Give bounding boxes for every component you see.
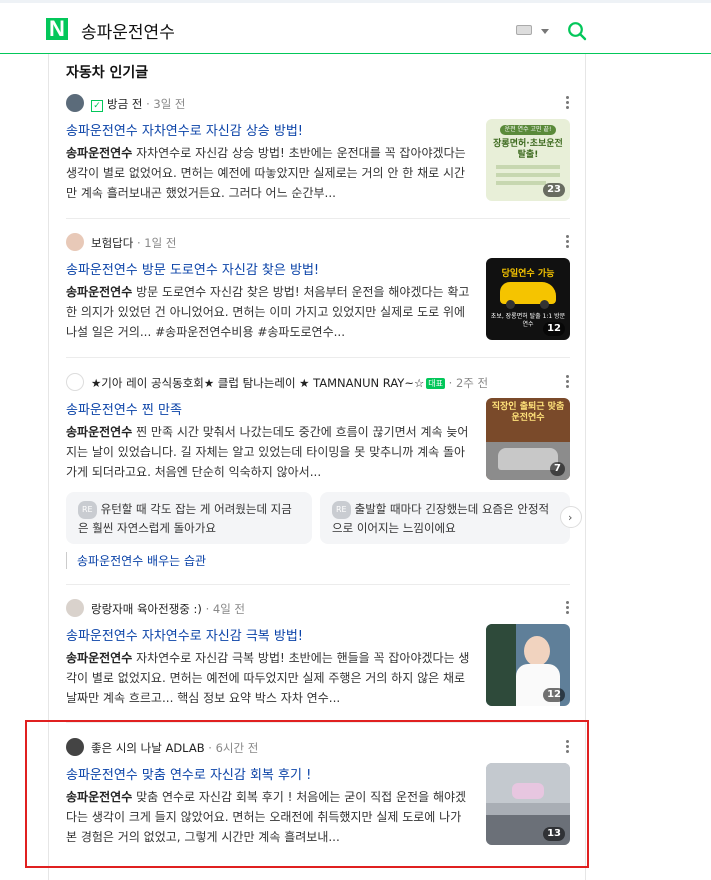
post-time: · 1일 전 — [136, 236, 177, 250]
thumbnail-headline: 당일연수 가능 — [501, 269, 555, 279]
author-name[interactable]: ★기아 레이 공식동호회★ 클럽 탐나는레이 ★ TAMNANUN RAY~☆ — [91, 376, 424, 390]
author-name[interactable]: 방금 전 — [107, 97, 142, 111]
post-title[interactable]: 송파운전연수 자차연수로 자신감 상승 방법! — [66, 120, 303, 139]
author-name[interactable]: 랑랑자매 육아전쟁중 :) — [91, 602, 202, 616]
post-time: · 4일 전 — [205, 602, 246, 616]
photo-count: 7 — [550, 462, 565, 476]
post-time: · 2주 전 — [448, 376, 489, 390]
search-icon[interactable] — [567, 21, 587, 41]
reply-badge: RE — [78, 501, 97, 519]
author-row: ★기아 레이 공식동호회★ 클럽 탐나는레이 ★ TAMNANUN RAY~☆ 대… — [66, 373, 570, 393]
author-row: 랑랑자매 육아전쟁중 :) · 4일 전 — [66, 599, 570, 619]
post-thumbnail[interactable]: 12 — [486, 624, 570, 706]
post-snippet[interactable]: 송파운전연수 자차연수로 자신감 상승 방법! 초반에는 운전대를 꼭 잡아야겠… — [66, 143, 472, 203]
author-row: 보험답다 · 1일 전 — [66, 233, 570, 253]
avatar[interactable] — [66, 233, 84, 251]
author-name[interactable]: 보험답다 — [91, 236, 133, 250]
reply-preview[interactable]: RE 유턴할 때 각도 잡는 게 어려웠는데 지금은 훨씬 자연스럽게 돌아가요 — [66, 492, 312, 544]
post-thumbnail[interactable]: 운전 연수 고민 끝! 장롱면허·초보운전 탈출! 23 — [486, 119, 570, 201]
more-options-icon[interactable] — [566, 235, 570, 249]
next-arrow-button[interactable]: › — [560, 506, 582, 528]
reply-badge: RE — [332, 501, 351, 519]
related-keyword-link[interactable]: 송파운전연수 배우는 습관 — [66, 552, 206, 569]
reply-preview[interactable]: RE 출발할 때마다 긴장했는데 요즘은 안정적으로 이어지는 느낌이에요 — [320, 492, 570, 544]
avatar[interactable] — [66, 373, 84, 391]
representative-badge: 대표 — [426, 378, 446, 389]
post-snippet[interactable]: 송파운전연수 찐 만족 시간 맞춰서 나갔는데도 중간에 흐름이 끊기면서 계속… — [66, 422, 472, 482]
photo-count: 12 — [543, 322, 565, 336]
post-title[interactable]: 송파운전연수 자차연수로 자신감 극복 방법! — [66, 625, 303, 644]
chevron-right-icon: › — [568, 511, 573, 524]
post-title[interactable]: 송파운전연수 방문 도로연수 자신감 찾은 방법! — [66, 259, 319, 278]
divider — [66, 584, 570, 585]
car-icon — [498, 448, 558, 470]
post-title[interactable]: 송파운전연수 찐 만족 — [66, 399, 182, 418]
highlight-box — [25, 720, 589, 868]
post-time: · 3일 전 — [146, 97, 186, 111]
avatar[interactable] — [66, 599, 84, 617]
post-snippet[interactable]: 송파운전연수 방문 도로연수 자신감 찾은 방법! 처음부터 운전을 해야겠다는… — [66, 282, 472, 342]
author-row: ✓ 방금 전 · 3일 전 — [66, 94, 570, 114]
post-snippet[interactable]: 송파운전연수 자차연수로 자신감 극복 방법! 초반에는 핸들을 꼭 잡아야겠다… — [66, 648, 472, 708]
thumbnail-headline: 직장인 출퇴근 맞춤 운전연수 — [491, 402, 565, 423]
avatar[interactable] — [66, 94, 84, 112]
thumbnail-headline: 장롱면허·초보운전 탈출! — [493, 139, 563, 160]
chevron-down-icon[interactable] — [541, 29, 549, 34]
divider — [66, 218, 570, 219]
verified-icon: ✓ — [91, 100, 103, 112]
thumbnail-caption: 운전 연수 고민 끝! — [500, 125, 556, 135]
section-title: 자동차 인기글 — [66, 65, 149, 81]
photo-count: 23 — [543, 183, 565, 197]
more-options-icon[interactable] — [566, 96, 570, 110]
search-query-title[interactable]: 송파운전연수 — [81, 18, 175, 43]
post-thumbnail[interactable]: 당일연수 가능 초보, 장롱면허 탈출 1:1 방문연수 12 — [486, 258, 570, 340]
more-options-icon[interactable] — [566, 375, 570, 389]
keyboard-icon[interactable] — [516, 25, 532, 35]
more-options-icon[interactable] — [566, 601, 570, 615]
photo-count: 12 — [543, 688, 565, 702]
post-thumbnail[interactable]: 직장인 출퇴근 맞춤 운전연수 7 — [486, 398, 570, 480]
header: N 송파운전연수 — [0, 3, 711, 54]
naver-logo[interactable]: N — [46, 18, 68, 40]
divider — [66, 357, 570, 358]
